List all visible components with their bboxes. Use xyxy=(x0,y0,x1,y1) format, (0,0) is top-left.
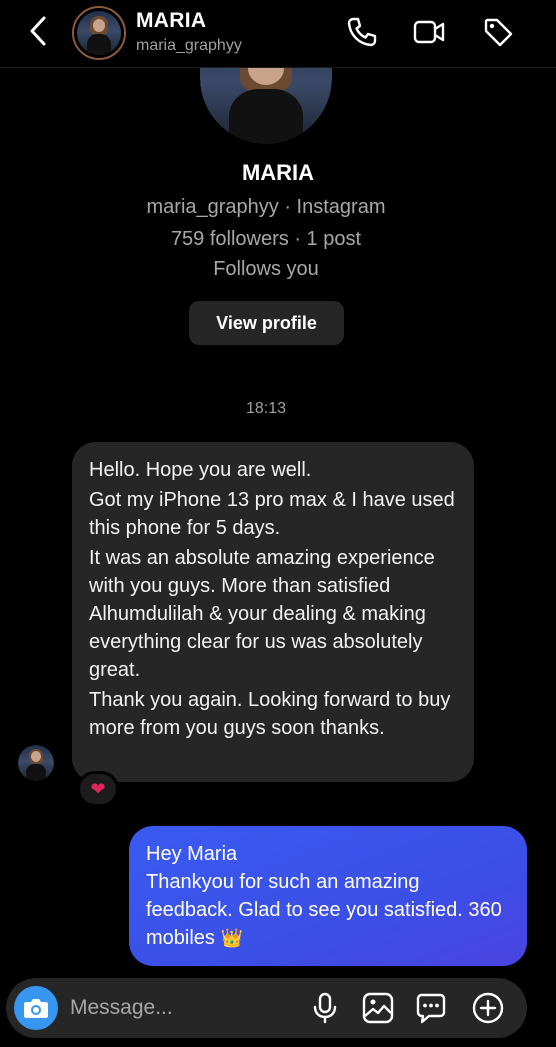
message-line: Thankyou for such an amazing feedback. G… xyxy=(146,871,502,949)
sender-avatar[interactable] xyxy=(18,745,54,781)
view-profile-button[interactable]: View profile xyxy=(189,301,344,345)
microphone-icon[interactable] xyxy=(308,991,342,1025)
tag-icon[interactable] xyxy=(481,15,515,49)
header-avatar[interactable] xyxy=(72,6,126,60)
camera-icon xyxy=(24,999,48,1018)
message-composer xyxy=(6,978,527,1038)
crown-emoji: 👑 xyxy=(220,928,243,948)
header-handle[interactable]: maria_graphyy xyxy=(136,37,242,55)
message-input[interactable] xyxy=(70,988,290,1028)
heart-reaction[interactable]: ❤ xyxy=(77,771,119,807)
message-line: Hey Maria xyxy=(146,843,238,865)
message-line: Hello. Hope you are well. xyxy=(89,459,312,481)
chat-header: MARIA maria_graphyy xyxy=(0,0,556,68)
add-icon[interactable] xyxy=(471,991,505,1025)
outgoing-message-bubble[interactable]: Hey Maria Thankyou for such an amazing f… xyxy=(129,826,527,966)
profile-name: MARIA xyxy=(241,160,315,185)
header-name[interactable]: MARIA xyxy=(136,9,206,33)
follow-status: Follows you xyxy=(213,258,319,280)
message-timestamp: 18:13 xyxy=(245,400,287,417)
back-chevron-icon[interactable] xyxy=(22,14,56,48)
sticker-icon[interactable] xyxy=(414,991,448,1025)
profile-stats: 759 followers · 1 post xyxy=(170,228,362,250)
profile-handle: maria_graphyy · Instagram xyxy=(146,196,386,218)
camera-button[interactable] xyxy=(14,986,58,1030)
phone-icon[interactable] xyxy=(345,15,379,49)
incoming-message-bubble[interactable]: Hello. Hope you are well. Got my iPhone … xyxy=(72,442,474,782)
message-line: Got my iPhone 13 pro max & I have used t… xyxy=(89,489,455,539)
video-camera-icon[interactable] xyxy=(412,15,446,49)
message-line: Thank you again. Looking forward to buy … xyxy=(89,689,451,739)
image-icon[interactable] xyxy=(361,991,395,1025)
message-line: It was an absolute amazing experience wi… xyxy=(89,547,435,681)
